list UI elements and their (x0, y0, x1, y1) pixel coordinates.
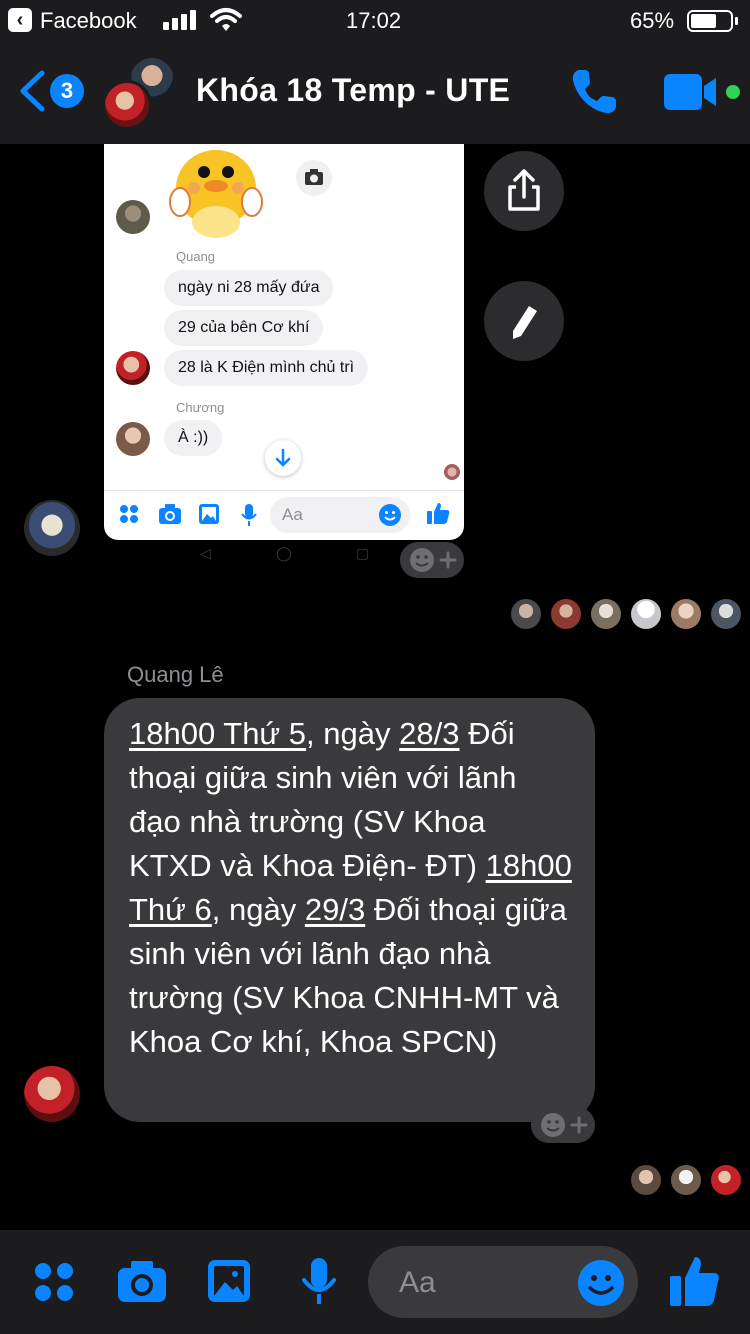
nav-ghost-home: ◯ (276, 545, 292, 561)
message-text: , ngày (306, 716, 400, 751)
message-input-placeholder: Aa (399, 1266, 436, 1299)
clock: 17:02 (346, 8, 402, 33)
message-bubble[interactable]: 18h00 Thứ 5, ngày 28/3 Đối thoại giữa si… (104, 698, 595, 1122)
seen-by-avatar[interactable] (590, 598, 622, 630)
seen-by-avatar[interactable] (670, 1164, 702, 1196)
video-camera-icon[interactable] (662, 72, 722, 112)
seen-by-avatar[interactable] (510, 598, 542, 630)
wifi-icon (210, 8, 242, 31)
apps-icon (120, 505, 138, 523)
avatar (116, 351, 150, 385)
sender-name: Quang Lê (127, 662, 224, 687)
sender-name: Chương (176, 400, 225, 415)
message-text: , ngày (211, 892, 305, 927)
photo-icon[interactable] (206, 1258, 252, 1304)
shared-screenshot-image[interactable]: Quang ngày ni 28 mấy đứa 29 của bên Cơ k… (104, 144, 464, 540)
avatar[interactable] (24, 500, 80, 556)
avatar[interactable] (24, 1066, 80, 1122)
phone-icon[interactable] (568, 66, 620, 118)
seen-by-avatar[interactable] (630, 598, 662, 630)
chat-header: 3 Khóa 18 Temp - UTE (0, 42, 750, 144)
camera-icon (296, 160, 332, 196)
thumbs-up-icon (427, 503, 450, 524)
date-link[interactable]: 18h00 Thứ 5 (129, 716, 306, 751)
back-chevron-icon[interactable] (18, 70, 46, 112)
share-icon (508, 169, 540, 211)
seen-by-avatar[interactable] (550, 598, 582, 630)
duck-sticker (169, 150, 263, 238)
seen-by-avatar[interactable] (630, 1164, 662, 1196)
online-indicator (726, 85, 740, 99)
camera-icon (159, 504, 181, 524)
nav-ghost-recent: ▢ (356, 545, 370, 561)
back-to-app-icon[interactable]: ‹ (8, 8, 32, 32)
screenshot-input-placeholder: Aa (282, 505, 303, 524)
seen-by-avatar[interactable] (710, 1164, 742, 1196)
nav-ghost-back: ◁ (200, 545, 211, 561)
pencil-icon (513, 306, 537, 339)
edit-button[interactable] (484, 281, 564, 361)
status-bar: ‹ Facebook 17:02 65% (0, 0, 750, 42)
battery-icon (687, 10, 733, 32)
seen-by-avatar[interactable] (710, 598, 742, 630)
avatar (116, 200, 150, 234)
group-avatar-secondary[interactable] (102, 80, 152, 130)
scroll-down-icon (265, 440, 301, 476)
chat-bubble: 28 là K Điện mình chủ trì (164, 350, 369, 386)
thumbs-up-icon[interactable] (668, 1254, 720, 1308)
signal-icon (163, 10, 199, 30)
sender-name: Quang (176, 249, 216, 264)
chat-title[interactable]: Khóa 18 Temp - UTE (196, 72, 510, 109)
screenshot-composer: Aa (104, 490, 464, 540)
battery-tip (735, 17, 738, 25)
microphone-icon (241, 504, 257, 526)
emoji-icon (379, 504, 401, 526)
add-reaction-button[interactable] (531, 1107, 595, 1143)
seen-by-avatar[interactable] (670, 598, 702, 630)
photo-icon (199, 504, 219, 524)
camera-icon[interactable] (116, 1258, 168, 1304)
message-composer: Aa (0, 1230, 750, 1334)
add-reaction-button[interactable] (400, 542, 464, 578)
share-button[interactable] (484, 151, 564, 231)
chat-bubble: 29 của bên Cơ khí (164, 310, 324, 346)
back-to-app-label[interactable]: Facebook (40, 8, 137, 34)
microphone-icon[interactable] (300, 1256, 338, 1308)
apps-icon[interactable] (32, 1260, 76, 1304)
unread-count-badge[interactable]: 3 (50, 74, 84, 108)
emoji-icon[interactable] (576, 1258, 626, 1308)
date-link[interactable]: 29/3 (305, 892, 365, 927)
battery-percent: 65% (630, 8, 675, 33)
message-input[interactable]: Aa (368, 1246, 638, 1318)
avatar (116, 422, 150, 456)
add-reaction-icon (410, 548, 457, 572)
screenshot-input: Aa (270, 497, 410, 533)
seen-avatar (444, 464, 460, 480)
date-link[interactable]: 28/3 (399, 716, 459, 751)
chat-bubble: À :)) (164, 420, 223, 456)
chat-bubble: ngày ni 28 mấy đứa (164, 270, 334, 306)
add-reaction-icon (541, 1113, 588, 1137)
